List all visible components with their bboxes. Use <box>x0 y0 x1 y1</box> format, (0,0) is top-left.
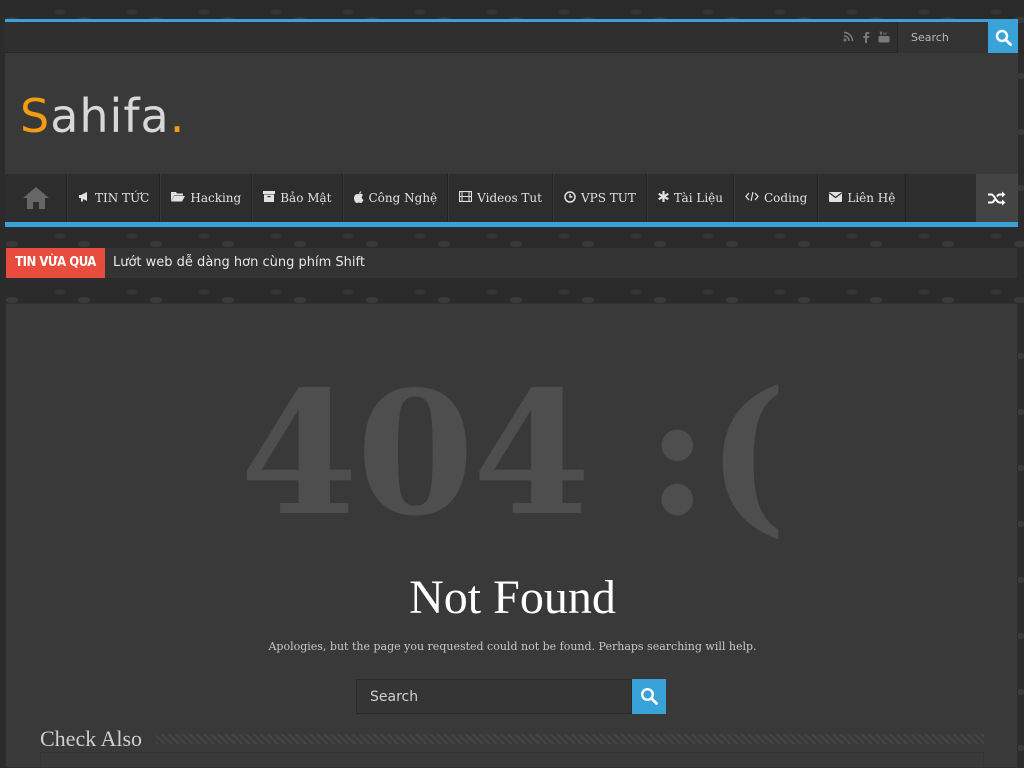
shuffle-icon <box>988 191 1006 205</box>
site-logo[interactable]: Sahifa. <box>20 91 185 141</box>
nav-item-lien-he[interactable]: Liên Hệ <box>818 174 907 222</box>
nav-item-label: TIN TỨC <box>95 191 150 205</box>
rss-icon[interactable] <box>842 31 854 43</box>
archive-icon <box>263 191 276 205</box>
nav-item-label: Công Nghệ <box>368 191 438 205</box>
nav-item-tin-tuc[interactable]: TIN TỨC <box>67 174 161 222</box>
nav-item-label: Tài Liệu <box>673 191 723 205</box>
error-message: Apologies, but the page you requested co… <box>268 640 757 653</box>
film-icon <box>459 190 473 205</box>
megaphone-icon <box>78 191 90 205</box>
check-also-box <box>40 752 984 768</box>
youtube-icon[interactable] <box>878 31 890 43</box>
random-article-button[interactable] <box>976 174 1018 222</box>
breaking-news-bar: TIN VỪA QUA Lướt web dễ dàng hơn cùng ph… <box>5 247 1018 279</box>
nav-item-label: Videos Tut <box>477 191 542 205</box>
error-search-input[interactable] <box>356 679 632 714</box>
top-bar <box>5 22 1018 53</box>
breaking-news-link[interactable]: Lướt web dễ dàng hơn cùng phím Shift <box>113 248 365 278</box>
top-search-button[interactable] <box>988 22 1018 53</box>
error-title: Not Found <box>409 571 616 624</box>
nav-item-label: Bảo Mật <box>280 191 332 205</box>
search-icon <box>995 29 1012 46</box>
nav-item-hacking[interactable]: Hacking <box>160 174 253 222</box>
social-icons <box>842 31 890 43</box>
nav-item-vps-tut[interactable]: VPS TUT <box>552 174 647 222</box>
nav-item-label: Coding <box>764 191 808 205</box>
nav-item-cong-nghe[interactable]: Công Nghệ <box>342 174 449 222</box>
nav-home[interactable] <box>5 174 67 222</box>
folder-icon <box>171 191 186 205</box>
nav-item-videos-tut[interactable]: Videos Tut <box>448 174 553 222</box>
check-also-divider <box>156 734 984 744</box>
code-icon <box>745 191 759 205</box>
nav-item-coding[interactable]: Coding <box>734 174 819 222</box>
home-icon <box>22 187 49 209</box>
error-search-button[interactable] <box>632 679 666 714</box>
logo-text: ahifa <box>50 89 170 143</box>
search-icon <box>640 687 658 705</box>
main-nav: TIN TỨC Hacking Bảo Mật Công Nghệ Videos… <box>5 174 1018 222</box>
clock-icon <box>564 190 576 206</box>
nav-item-bao-mat[interactable]: Bảo Mật <box>252 174 343 222</box>
nav-item-label: Hacking <box>190 191 242 205</box>
logo-dot: . <box>169 89 186 143</box>
nav-accent-bar <box>5 222 1018 227</box>
nav-item-label: VPS TUT <box>580 191 636 205</box>
site-header: Sahifa. <box>5 53 1018 174</box>
error-code: 404 :( <box>239 354 787 554</box>
top-search <box>897 22 988 53</box>
nav-item-label: Liên Hệ <box>847 191 896 205</box>
error-search-form <box>356 679 666 714</box>
breaking-news-label: TIN VỪA QUA <box>6 248 105 278</box>
facebook-icon[interactable] <box>860 31 872 43</box>
logo-initial: S <box>20 89 51 143</box>
nav-item-tai-lieu[interactable]: Tài Liệu <box>646 174 734 222</box>
top-search-input[interactable] <box>898 22 988 53</box>
envelope-icon <box>829 191 843 205</box>
check-also-title: Check Also <box>40 726 153 752</box>
apple-icon <box>353 190 364 206</box>
asterisk-icon <box>658 191 669 205</box>
main-content: 404 :( Not Found Apologies, but the page… <box>5 303 1018 768</box>
